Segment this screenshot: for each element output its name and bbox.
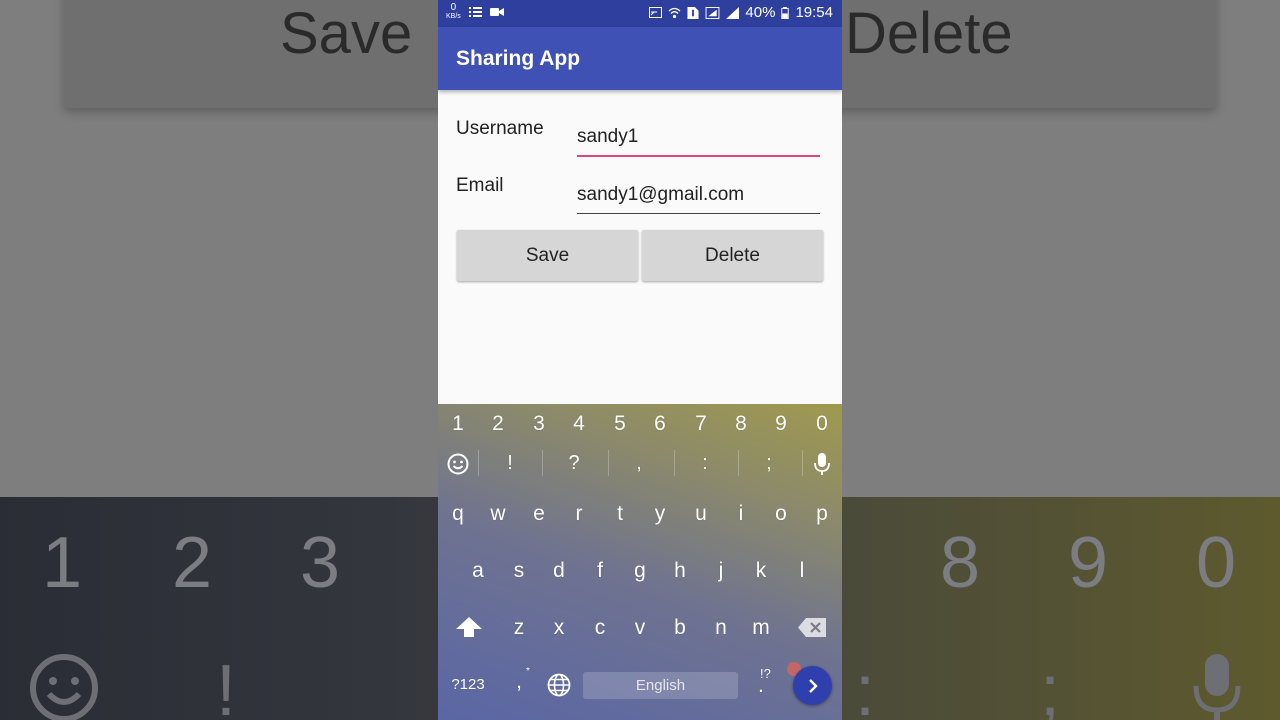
key-t[interactable]: t [600, 502, 640, 526]
enter-arrow-icon [809, 679, 818, 693]
key-g[interactable]: g [620, 559, 660, 583]
signal-icon [726, 6, 740, 19]
key-u[interactable]: u [681, 502, 721, 526]
key-a[interactable]: a [458, 559, 498, 583]
network-speed: 0 KB/s [446, 3, 461, 21]
background-digit: 0 [1196, 523, 1237, 603]
space-bar[interactable]: English [583, 672, 738, 699]
key-1[interactable]: 1 [438, 412, 478, 436]
clock: 19:54 [795, 4, 833, 21]
app-title: Sharing App [456, 47, 581, 70]
background-symbol: : [855, 651, 876, 720]
mic-icon[interactable] [814, 452, 830, 476]
key-j[interactable]: j [701, 559, 741, 583]
key-c[interactable]: c [580, 616, 620, 640]
save-button[interactable]: Save [457, 230, 638, 281]
key-separator [478, 450, 479, 476]
key-s[interactable]: s [499, 559, 539, 583]
sim-icon [687, 6, 699, 19]
phone-screen: 0 KB/s 40% 19:54 Sharing App Username sa… [438, 0, 842, 720]
key-separator [608, 450, 609, 476]
key-l[interactable]: l [782, 559, 822, 583]
battery-percent: 40% [745, 4, 776, 21]
key-o[interactable]: o [761, 502, 801, 526]
key-z[interactable]: z [499, 616, 539, 640]
key-question[interactable]: ? [554, 452, 594, 475]
network-speed-unit: KB/s [446, 13, 461, 20]
email-label: Email [456, 175, 504, 196]
key-m[interactable]: m [741, 616, 781, 640]
key-separator [802, 450, 803, 476]
key-6[interactable]: 6 [640, 412, 680, 436]
background-symbol: ! [216, 651, 237, 720]
enter-key[interactable] [793, 666, 832, 705]
key-4[interactable]: 4 [559, 412, 599, 436]
username-input[interactable] [577, 123, 820, 157]
key-5[interactable]: 5 [600, 412, 640, 436]
soft-keyboard: 1 2 3 4 5 6 7 8 9 0 ! ? , : ; q w e r t … [438, 404, 842, 720]
key-b[interactable]: b [660, 616, 700, 640]
background-digit: 9 [1068, 523, 1109, 603]
emoji-icon[interactable] [447, 453, 469, 475]
cast-icon [649, 6, 663, 18]
background-save-text: Save [280, 1, 413, 66]
key-0[interactable]: 0 [802, 412, 842, 436]
background-symbol: ; [1040, 651, 1061, 720]
delete-button[interactable]: Delete [642, 230, 823, 281]
key-comma-symbol[interactable]: , [619, 452, 659, 475]
username-label: Username [456, 118, 544, 139]
key-2[interactable]: 2 [478, 412, 518, 436]
background-delete-text: Delete [845, 1, 1013, 66]
key-r[interactable]: r [559, 502, 599, 526]
background-emoji-icon [30, 654, 98, 720]
key-9[interactable]: 9 [761, 412, 801, 436]
key-comma-hint: * [526, 666, 530, 677]
key-d[interactable]: d [539, 559, 579, 583]
key-q[interactable]: q [438, 502, 478, 526]
network-speed-value: 0 [450, 2, 457, 13]
key-7[interactable]: 7 [681, 412, 721, 436]
key-comma[interactable]: , * [499, 666, 539, 694]
key-exclamation[interactable]: ! [490, 452, 530, 475]
status-bar: 0 KB/s 40% 19:54 [438, 0, 842, 27]
key-f[interactable]: f [580, 559, 620, 583]
key-x[interactable]: x [539, 616, 579, 640]
key-k[interactable]: k [741, 559, 781, 583]
globe-icon[interactable] [547, 673, 571, 697]
email-input[interactable] [577, 180, 820, 214]
wifi-icon [668, 7, 681, 18]
key-mode-symbols[interactable]: ?123 [448, 676, 488, 693]
key-period-label: . [758, 674, 764, 697]
background-digit: 3 [300, 523, 341, 603]
key-8[interactable]: 8 [721, 412, 761, 436]
key-h[interactable]: h [660, 559, 700, 583]
background-digit: 1 [42, 523, 83, 603]
key-3[interactable]: 3 [519, 412, 559, 436]
video-camera-icon [489, 8, 504, 16]
battery-icon [781, 6, 790, 19]
key-v[interactable]: v [620, 616, 660, 640]
key-p[interactable]: p [802, 502, 842, 526]
list-icon [468, 7, 482, 17]
key-i[interactable]: i [721, 502, 761, 526]
key-n[interactable]: n [701, 616, 741, 640]
key-semicolon[interactable]: ; [749, 452, 789, 475]
background-digit: 2 [172, 523, 213, 603]
key-comma-label: , [516, 670, 522, 693]
signal-icon [705, 6, 720, 19]
shift-icon[interactable] [455, 616, 483, 638]
backspace-icon[interactable] [798, 618, 826, 637]
key-separator [542, 450, 543, 476]
background-mic-icon [1193, 654, 1241, 720]
key-separator [738, 450, 739, 476]
key-separator [674, 450, 675, 476]
key-w[interactable]: w [478, 502, 518, 526]
key-colon[interactable]: : [685, 452, 725, 475]
background-digit: 8 [940, 523, 981, 603]
key-y[interactable]: y [640, 502, 680, 526]
key-e[interactable]: e [519, 502, 559, 526]
app-bar: Sharing App [438, 27, 842, 90]
